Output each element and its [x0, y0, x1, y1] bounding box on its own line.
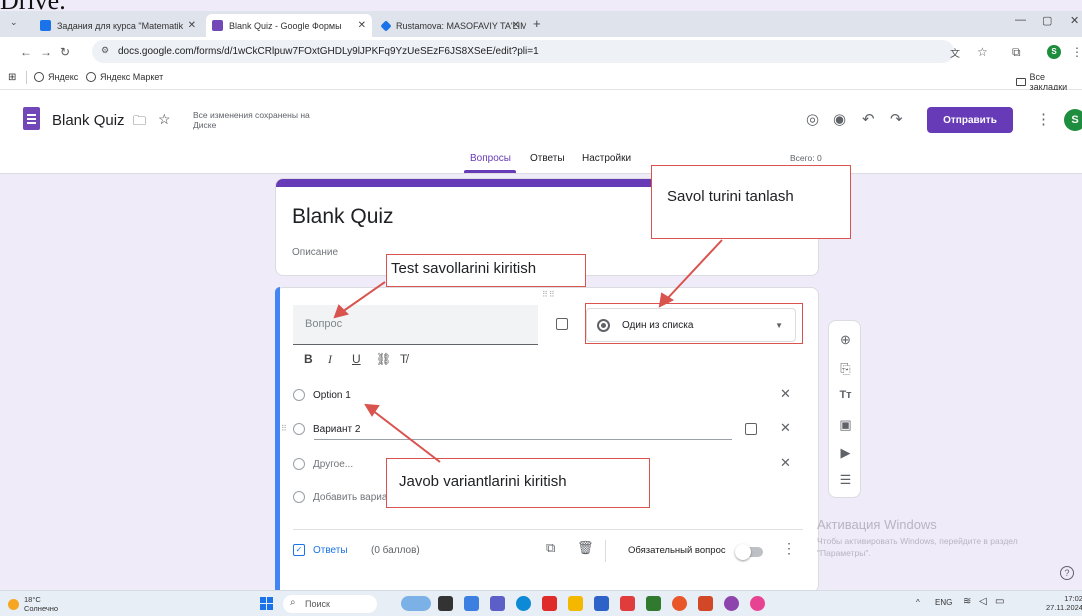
weather-sun-icon	[8, 599, 19, 610]
volume-icon[interactable]: ◁	[979, 596, 987, 607]
tray-chevron-icon[interactable]: ^	[916, 598, 920, 607]
taskbar: 18°C Солнечно ⌕ Поиск ^ ENG ≋ ◁ ▭ 17:02 …	[0, 590, 1082, 616]
edge-icon[interactable]	[516, 596, 531, 611]
battery-icon[interactable]: ▭	[995, 596, 1004, 607]
weather-widget[interactable]: 18°C Солнечно	[24, 595, 58, 613]
language-indicator[interactable]: ENG	[935, 598, 952, 607]
task-view-icon[interactable]	[438, 596, 453, 611]
screen: Drive. ⌄ Задания для курса "Matematik ✕ …	[0, 0, 1082, 616]
search-label: Поиск	[305, 599, 330, 609]
taskbar-search[interactable]: ⌕ Поиск	[283, 595, 377, 613]
wifi-icon[interactable]: ≋	[963, 596, 971, 607]
time: 17:02	[1064, 594, 1082, 603]
date: 27.11.2024	[1046, 603, 1082, 612]
app-icon[interactable]	[646, 596, 661, 611]
powerpoint-icon[interactable]	[698, 596, 713, 611]
app-icon[interactable]	[672, 596, 687, 611]
weather-desc: Солнечно	[24, 604, 59, 613]
search-icon: ⌕	[290, 597, 296, 608]
windows-start-icon[interactable]	[260, 597, 274, 611]
teams-icon[interactable]	[490, 596, 505, 611]
youtube-icon[interactable]	[542, 596, 557, 611]
activation-text: Чтобы активировать Windows, перейдите в …	[817, 536, 1018, 558]
app-icon[interactable]	[724, 596, 739, 611]
app-icon[interactable]	[464, 596, 479, 611]
file-explorer-icon[interactable]	[568, 596, 583, 611]
yandex-icon[interactable]	[620, 596, 635, 611]
widgets-icon[interactable]	[401, 596, 431, 611]
help-icon[interactable]: ?	[1060, 566, 1074, 580]
chrome-icon[interactable]	[750, 596, 765, 611]
store-icon[interactable]	[594, 596, 609, 611]
clock[interactable]: 17:02 27.11.2024	[1046, 594, 1082, 612]
activation-title: Активация Windows	[817, 517, 937, 532]
weather-temp: 18°C	[24, 595, 41, 604]
